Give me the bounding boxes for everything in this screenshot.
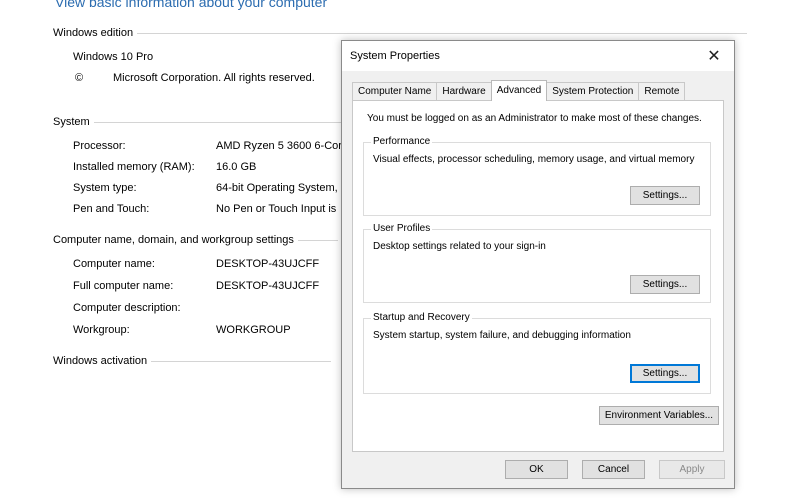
close-icon[interactable]: ✕ — [702, 44, 726, 68]
section-header-label: Computer name, domain, and workgroup set… — [53, 234, 294, 246]
user-profiles-label: User Profiles — [371, 223, 433, 234]
performance-settings-button[interactable]: Settings... — [630, 186, 700, 205]
system-row-type-value: 64-bit Operating System, — [216, 182, 338, 194]
workgroup-value: WORKGROUP — [216, 324, 291, 336]
full-computer-name-label: Full computer name: — [73, 280, 174, 292]
section-header-system: System — [53, 116, 344, 128]
section-header-computer-name: Computer name, domain, and workgroup set… — [53, 234, 338, 246]
tab-remote[interactable]: Remote — [638, 82, 686, 100]
computer-name-label: Computer name: — [73, 258, 155, 270]
system-row-ram-label: Installed memory (RAM): — [73, 161, 195, 173]
tab-system-protection[interactable]: System Protection — [546, 82, 640, 100]
tab-computer-name[interactable]: Computer Name — [352, 82, 438, 100]
section-header-label: Windows edition — [53, 27, 134, 39]
section-header-label: Windows activation — [53, 355, 148, 367]
performance-group: Performance Visual effects, processor sc… — [363, 136, 711, 216]
page-title: View basic information about your comput… — [55, 0, 328, 10]
system-row-pen-label: Pen and Touch: — [73, 203, 150, 215]
section-divider — [151, 360, 332, 362]
full-computer-name-value: DESKTOP-43UJCFF — [216, 280, 320, 292]
copyright-text: Microsoft Corporation. All rights reserv… — [113, 72, 315, 84]
dialog-titlebar[interactable]: System Properties ✕ — [342, 41, 734, 71]
copyright-symbol: © — [75, 72, 84, 84]
section-divider — [93, 121, 344, 123]
section-header-windows-edition: Windows edition — [53, 27, 748, 39]
section-header-windows-activation: Windows activation — [53, 355, 332, 367]
startup-recovery-settings-button[interactable]: Settings... — [630, 364, 700, 383]
windows-edition-name: Windows 10 Pro — [73, 51, 154, 63]
system-row-pen-value: No Pen or Touch Input is — [216, 203, 337, 215]
section-divider — [137, 32, 748, 34]
ok-button[interactable]: OK — [505, 460, 568, 479]
admin-note: You must be logged on as an Administrato… — [367, 113, 702, 124]
tab-advanced[interactable]: Advanced — [490, 80, 548, 101]
performance-label: Performance — [371, 136, 433, 147]
computer-description-label: Computer description: — [73, 302, 181, 314]
workgroup-label: Workgroup: — [73, 324, 130, 336]
advanced-tab-panel: You must be logged on as an Administrato… — [352, 100, 724, 452]
computer-name-value: DESKTOP-43UJCFF — [216, 258, 320, 270]
startup-recovery-label: Startup and Recovery — [371, 312, 472, 323]
user-profiles-group: User Profiles Desktop settings related t… — [363, 223, 711, 303]
apply-button[interactable]: Apply — [659, 460, 725, 479]
system-row-processor-value: AMD Ryzen 5 3600 6-Cor — [216, 140, 342, 152]
startup-recovery-group: Startup and Recovery System startup, sys… — [363, 312, 711, 394]
tab-strip: Computer Name Hardware Advanced System P… — [352, 80, 686, 101]
startup-recovery-description: System startup, system failure, and debu… — [373, 330, 631, 341]
cancel-button[interactable]: Cancel — [582, 460, 645, 479]
section-divider — [297, 239, 338, 241]
tab-hardware[interactable]: Hardware — [436, 82, 492, 100]
dialog-title: System Properties — [350, 50, 440, 62]
environment-variables-button[interactable]: Environment Variables... — [599, 406, 719, 425]
system-row-ram-value: 16.0 GB — [216, 161, 257, 173]
system-row-processor-label: Processor: — [73, 140, 126, 152]
system-properties-dialog: System Properties ✕ Computer Name Hardwa… — [341, 40, 735, 489]
user-profiles-description: Desktop settings related to your sign-in — [373, 241, 546, 252]
system-row-type-label: System type: — [73, 182, 137, 194]
performance-description: Visual effects, processor scheduling, me… — [373, 154, 695, 165]
section-header-label: System — [53, 116, 90, 128]
user-profiles-settings-button[interactable]: Settings... — [630, 275, 700, 294]
